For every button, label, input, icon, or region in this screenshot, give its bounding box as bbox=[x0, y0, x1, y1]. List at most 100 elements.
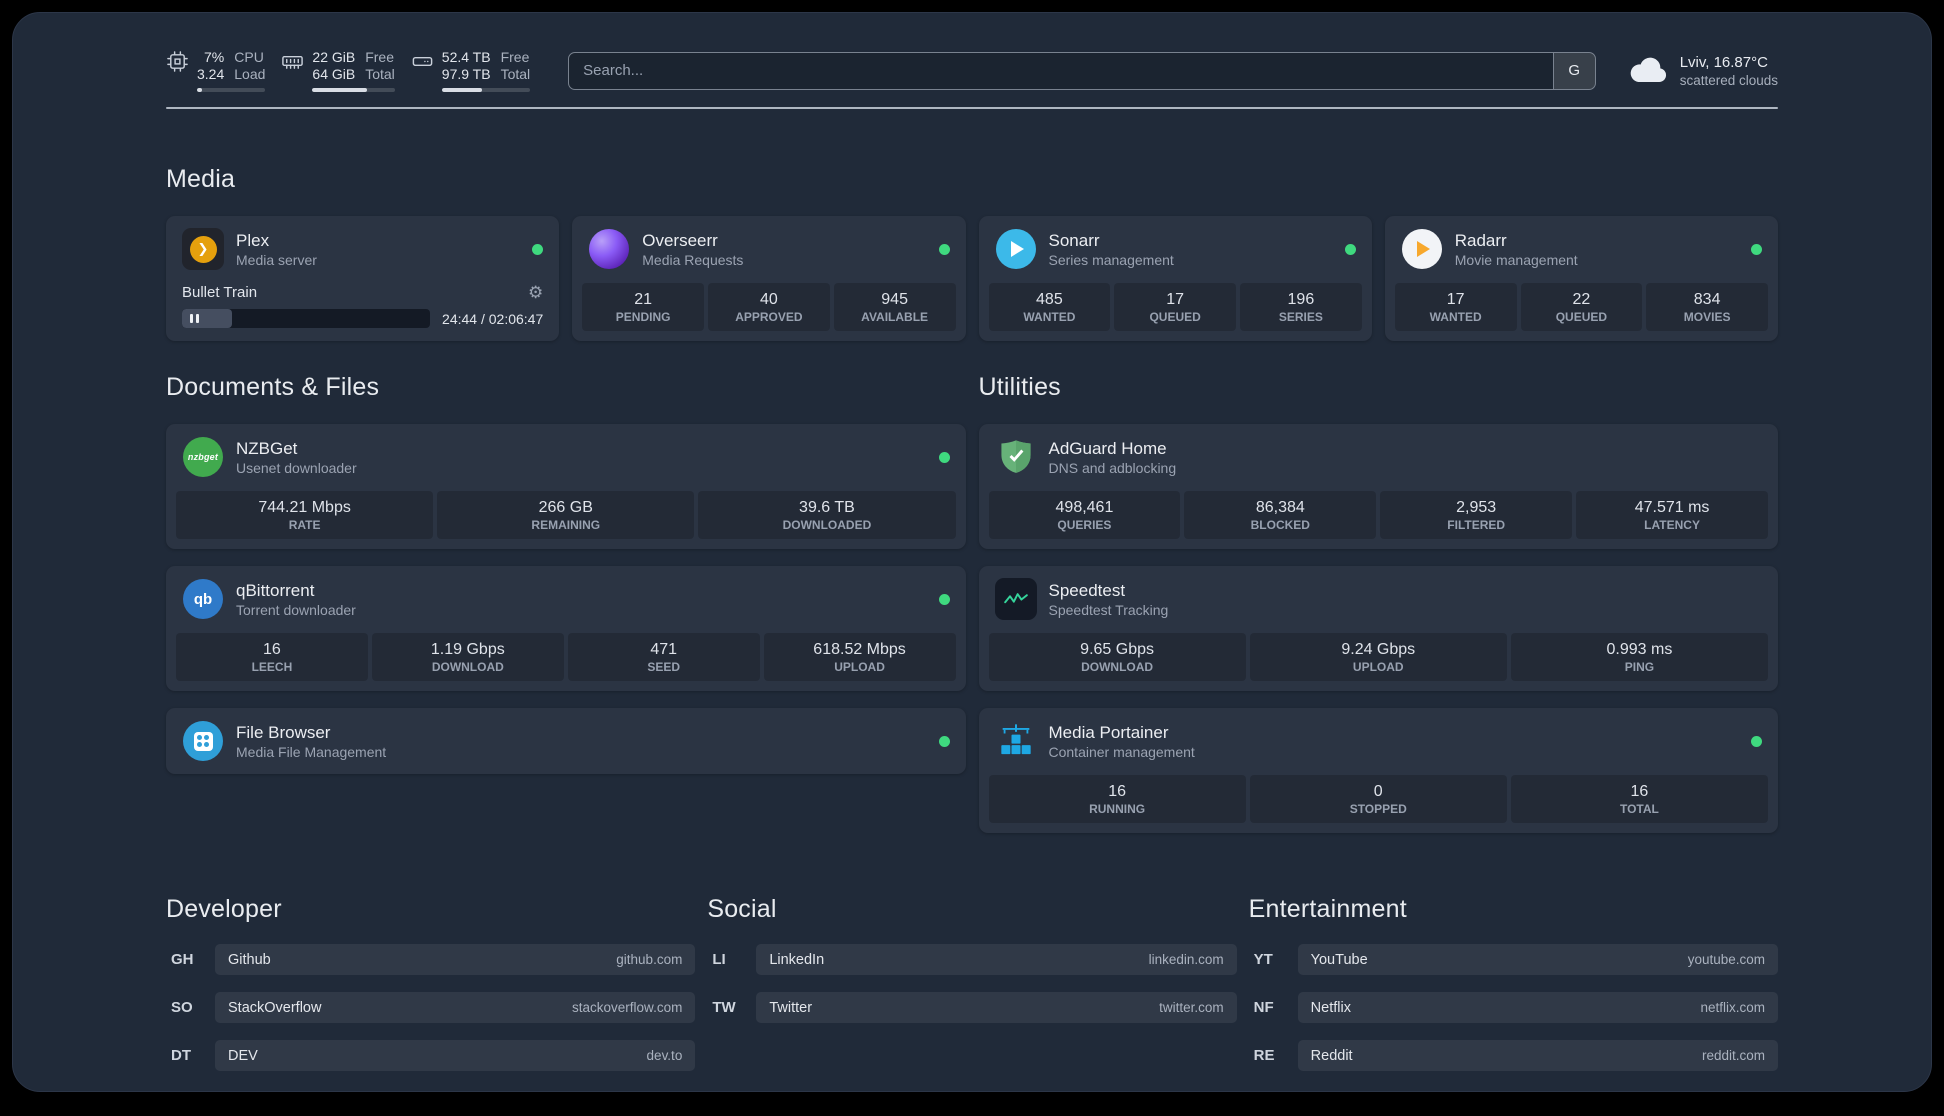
adguard-service-link[interactable]: AdGuard Home DNS and adblocking bbox=[979, 424, 1779, 488]
stat-tile: 0.993 ms PING bbox=[1510, 633, 1769, 681]
weather-location: Lviv, 16.87°C bbox=[1679, 53, 1768, 71]
bookmark-twitter[interactable]: TW Twitter twitter.com bbox=[707, 992, 1237, 1023]
stat-tile: 16 LEECH bbox=[176, 633, 368, 681]
stat-value: 196 bbox=[1287, 291, 1315, 308]
bookmark-linkedin[interactable]: LI LinkedIn linkedin.com bbox=[707, 944, 1237, 975]
status-dot bbox=[532, 243, 544, 255]
stat-tile: 17 QUEUED bbox=[1114, 283, 1236, 331]
sonarr-service-link[interactable]: Sonarr Series management bbox=[979, 216, 1372, 280]
cpu-icon bbox=[166, 50, 189, 73]
filebrowser-service-link[interactable]: File Browser Media File Management bbox=[166, 708, 966, 774]
stat-tile: 744.21 Mbps RATE bbox=[176, 491, 434, 539]
weather-condition: scattered clouds bbox=[1679, 72, 1778, 88]
playback-progress-bar[interactable] bbox=[182, 309, 431, 328]
gear-icon[interactable] bbox=[528, 284, 543, 301]
stat-label: QUEUED bbox=[1555, 310, 1608, 324]
section-title-entertainment: Entertainment bbox=[1248, 895, 1407, 923]
weather-widget: Lviv, 16.87°C scattered clouds bbox=[1626, 53, 1778, 89]
bookmark-abbr: LI bbox=[712, 951, 726, 968]
stat-tile: 47.571 ms LATENCY bbox=[1576, 491, 1768, 539]
nzbget-card: nzbget NZBGet Usenet downloader 744.21 M… bbox=[166, 424, 966, 549]
stat-label: SERIES bbox=[1278, 310, 1323, 324]
stat-tile: 2,953 FILTERED bbox=[1380, 491, 1573, 539]
portainer-icon bbox=[995, 720, 1037, 762]
stat-value: 266 GB bbox=[538, 499, 593, 516]
stat-value: 22 bbox=[1572, 291, 1591, 308]
status-dot bbox=[938, 451, 950, 463]
memory-total-label: Total bbox=[365, 66, 395, 82]
stat-value: 40 bbox=[759, 291, 778, 308]
stat-value: 16 bbox=[263, 641, 281, 658]
bookmark-url: youtube.com bbox=[1687, 952, 1765, 967]
plex-now-playing: Bullet Train 24:44 / 02:06:47 bbox=[166, 284, 559, 341]
qbittorrent-service-link[interactable]: qb qBittorrent Torrent downloader bbox=[166, 566, 966, 630]
service-subtitle: Container management bbox=[1048, 743, 1195, 760]
stat-label: SEED bbox=[647, 660, 681, 674]
bookmark-reddit[interactable]: RE Reddit reddit.com bbox=[1249, 1040, 1778, 1071]
stat-label: PING bbox=[1624, 660, 1655, 674]
bookmark-name: StackOverflow bbox=[228, 999, 322, 1016]
bookmark-abbr: YT bbox=[1253, 951, 1273, 968]
stat-label: RUNNING bbox=[1089, 802, 1146, 816]
bookmark-stackoverflow[interactable]: SO StackOverflow stackoverflow.com bbox=[166, 992, 696, 1023]
stat-label: TOTAL bbox=[1619, 802, 1659, 816]
stat-tile: 86,384 BLOCKED bbox=[1184, 491, 1377, 539]
stat-tile: 21 PENDING bbox=[582, 283, 704, 331]
status-dot bbox=[938, 735, 950, 747]
pause-icon[interactable] bbox=[190, 309, 199, 328]
service-subtitle: Media Requests bbox=[642, 251, 744, 268]
bookmark-group-developer: Developer GH Github github.com SO StackO… bbox=[166, 895, 696, 1071]
stat-tile: 0 STOPPED bbox=[1249, 775, 1507, 823]
bookmark-name: YouTube bbox=[1310, 951, 1368, 968]
overseerr-service-link[interactable]: Overseerr Media Requests bbox=[572, 216, 965, 280]
stat-label: RATE bbox=[288, 518, 321, 532]
stat-label: DOWNLOAD bbox=[1081, 660, 1154, 674]
plex-service-link[interactable]: Plex Media server bbox=[166, 216, 559, 280]
bookmark-abbr: TW bbox=[712, 999, 736, 1016]
speedtest-service-link[interactable]: Speedtest Speedtest Tracking bbox=[979, 566, 1779, 630]
top-bar: 7% 3.24 CPU Load 22 GiB 64 GiB Free Tota… bbox=[166, 13, 1778, 92]
radarr-card: Radarr Movie management 17 WANTED 22 QUE… bbox=[1384, 216, 1778, 341]
portainer-service-link[interactable]: Media Portainer Container management bbox=[979, 708, 1779, 772]
nzbget-icon: nzbget bbox=[182, 436, 224, 478]
bookmark-github[interactable]: GH Github github.com bbox=[166, 944, 696, 975]
bookmark-dev[interactable]: DT DEV dev.to bbox=[166, 1040, 696, 1071]
disk-free-value: 52.4 TB bbox=[441, 49, 491, 65]
stat-label: AVAILABLE bbox=[861, 310, 929, 324]
stat-label: APPROVED bbox=[735, 310, 803, 324]
stat-label: QUERIES bbox=[1057, 518, 1112, 532]
status-dot bbox=[1344, 243, 1356, 255]
bookmark-name: LinkedIn bbox=[769, 951, 825, 968]
stat-value: 2,953 bbox=[1456, 499, 1497, 516]
bookmark-abbr: RE bbox=[1253, 1047, 1275, 1064]
stat-value: 945 bbox=[881, 291, 908, 308]
service-name: Overseerr bbox=[642, 230, 718, 250]
nzbget-service-link[interactable]: nzbget NZBGet Usenet downloader bbox=[166, 424, 966, 488]
service-name: qBittorrent bbox=[236, 580, 315, 600]
bookmark-youtube[interactable]: YT YouTube youtube.com bbox=[1249, 944, 1778, 975]
service-subtitle: Speedtest Tracking bbox=[1048, 601, 1169, 618]
bookmark-netflix[interactable]: NF Netflix netflix.com bbox=[1249, 992, 1778, 1023]
stat-label: DOWNLOADED bbox=[782, 518, 872, 532]
stat-tile: 945 AVAILABLE bbox=[833, 283, 956, 331]
stat-value: 86,384 bbox=[1255, 499, 1305, 516]
disk-usage-bar bbox=[441, 88, 531, 92]
bookmark-abbr: DT bbox=[171, 1047, 191, 1064]
search-input[interactable] bbox=[569, 52, 1553, 89]
stat-value: 17 bbox=[1166, 291, 1185, 308]
radarr-service-link[interactable]: Radarr Movie management bbox=[1385, 216, 1778, 280]
stat-label: PENDING bbox=[615, 310, 671, 324]
stat-tile: 618.52 Mbps UPLOAD bbox=[763, 633, 956, 681]
stat-value: 16 bbox=[1108, 783, 1126, 800]
stat-value: 16 bbox=[1630, 783, 1649, 800]
stat-tile: 498,461 QUERIES bbox=[988, 491, 1181, 539]
dashboard-panel: 7% 3.24 CPU Load 22 GiB 64 GiB Free Tota… bbox=[12, 12, 1932, 1092]
memory-total-value: 64 GiB bbox=[312, 66, 356, 82]
qbittorrent-card: qb qBittorrent Torrent downloader 16 LEE… bbox=[166, 566, 966, 691]
service-name: Sonarr bbox=[1048, 230, 1100, 250]
portainer-card: Media Portainer Container management 16 … bbox=[978, 708, 1779, 833]
cpu-widget: 7% 3.24 CPU Load bbox=[166, 49, 266, 92]
search-provider-button[interactable]: G bbox=[1552, 52, 1595, 89]
bookmark-url: github.com bbox=[616, 952, 683, 967]
service-subtitle: Torrent downloader bbox=[236, 601, 356, 618]
